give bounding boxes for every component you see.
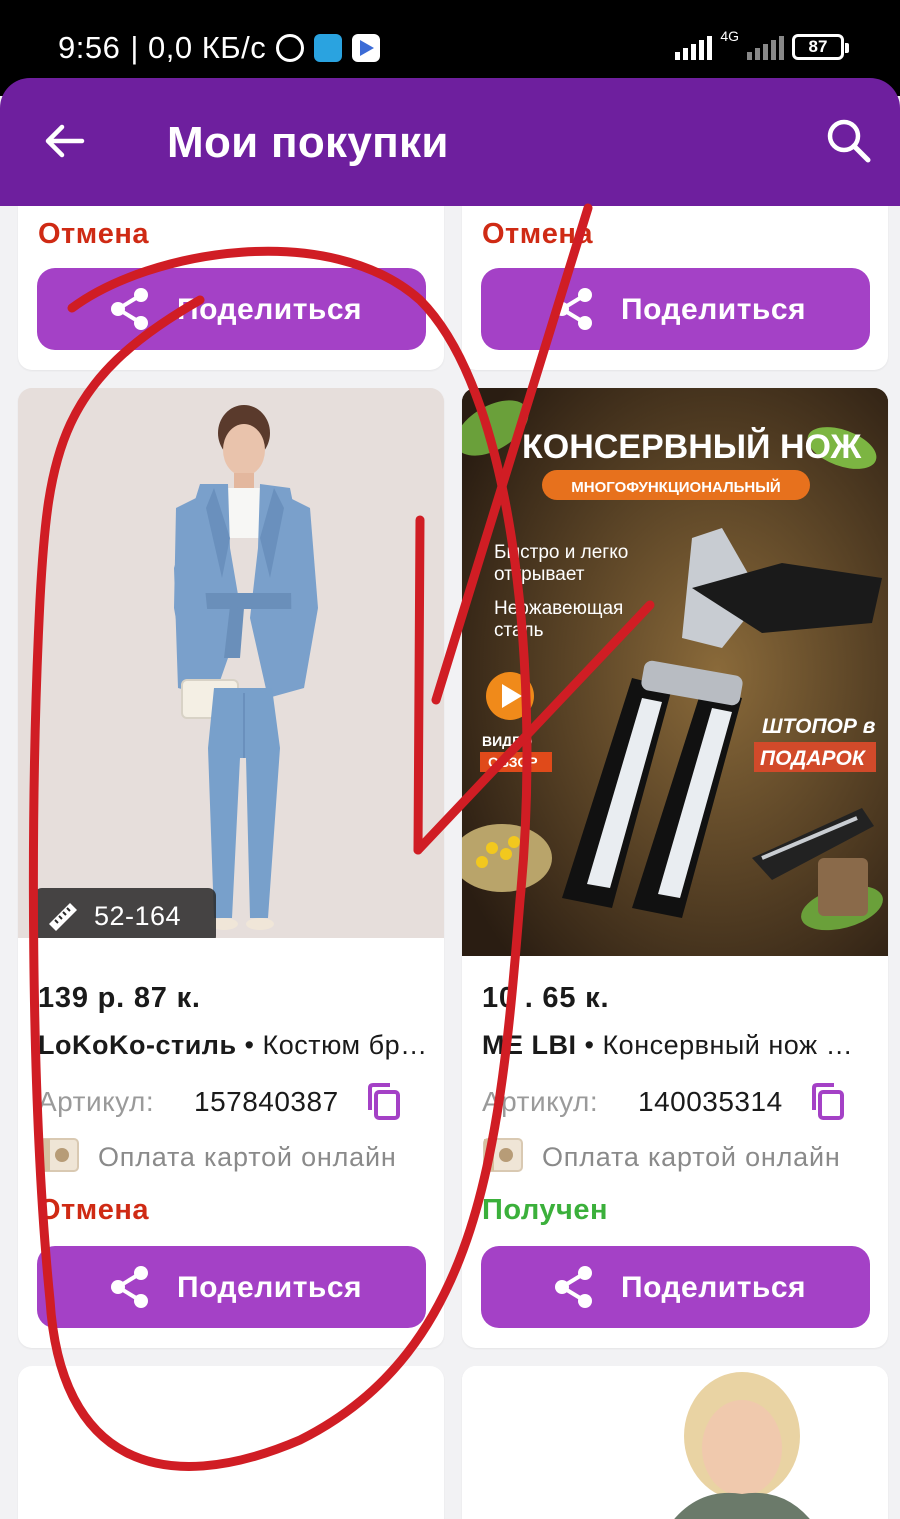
share-button[interactable]: Поделиться [481, 1246, 870, 1328]
arrow-left-icon [45, 124, 85, 158]
ad-feature-2b: сталь [494, 620, 544, 641]
card-payment-icon [483, 1138, 523, 1172]
ad-feature-2a: Нержавеющая [494, 598, 623, 619]
order-status: Отмена [482, 218, 593, 250]
article-number: 140035314 [638, 1086, 783, 1117]
article-label: Артикул: [38, 1086, 155, 1117]
ad-subheadline: МНОГОФУНКЦИОНАЛЬНЫЙ [571, 478, 780, 496]
product-price: 10 . 65 к. [482, 982, 610, 1014]
status-right: 4G 87 [675, 28, 849, 60]
telegram-icon [314, 34, 343, 62]
share-icon [555, 1266, 592, 1308]
search-button[interactable] [824, 116, 874, 166]
order-card-can-opener[interactable]: КОНСЕРВНЫЙ НОЖ МНОГОФУНКЦИОНАЛЬНЫЙ Быстр… [462, 388, 888, 1348]
signal-2-icon [747, 34, 784, 60]
order-status: Отмена [38, 1194, 149, 1226]
ad-gift-1: ШТОПОР в [762, 715, 876, 738]
order-card-next-left[interactable] [18, 1366, 444, 1519]
share-icon [111, 288, 148, 330]
alarm-icon [276, 34, 305, 62]
copy-icon[interactable] [366, 1082, 402, 1122]
product-image[interactable]: КОНСЕРВНЫЙ НОЖ МНОГОФУНКЦИОНАЛЬНЫЙ Быстр… [462, 388, 888, 956]
ad-headline: КОНСЕРВНЫЙ НОЖ [522, 427, 861, 466]
card-payment-icon [39, 1138, 79, 1172]
ad-video-2: ОБЗОР [488, 754, 538, 770]
ruler-icon [49, 903, 77, 931]
share-button[interactable]: Поделиться [37, 268, 426, 350]
ad-video-1: ВИДЕО [482, 733, 532, 749]
article-number: 157840387 [194, 1086, 339, 1117]
order-card-next-right[interactable] [462, 1366, 888, 1519]
status-time: 9:56 [58, 30, 121, 65]
share-label: Поделиться [621, 1271, 807, 1304]
ad-gift-2: ПОДАРОК [760, 747, 867, 770]
copy-icon[interactable] [810, 1082, 846, 1122]
status-left: 9:56 | 0,0 КБ/с [58, 30, 381, 66]
app-bar: Мои покупки [0, 78, 900, 206]
share-label: Поделиться [177, 293, 363, 326]
status-speed: | 0,0 КБ/с [130, 30, 267, 65]
page-title: Мои покупки [167, 118, 449, 167]
article-label: Артикул: [482, 1086, 599, 1117]
product-price: 139 р. 87 к. [38, 982, 201, 1014]
order-status: Отмена [38, 218, 149, 250]
size-badge: 52-164 [34, 888, 216, 938]
share-label: Поделиться [177, 1271, 363, 1304]
ad-feature-1a: Быстро и легко [494, 542, 628, 563]
product-name: • Консервный нож … [576, 1030, 854, 1060]
play-store-icon [352, 34, 381, 62]
order-card-suit[interactable]: 52-164 139 р. 87 к. LoKoKo-стиль • Костю… [18, 388, 444, 1348]
size-label: 52-164 [94, 901, 182, 931]
order-card-top-left: Отмена Поделиться [18, 206, 444, 370]
brand-name: ME LBI [482, 1030, 577, 1060]
brand-name: LoKoKo-стиль [38, 1030, 237, 1060]
woman-portrait-photo [462, 1366, 888, 1519]
search-icon [827, 119, 871, 163]
product-title: LoKoKo-стиль • Костюм бр… [38, 1030, 430, 1061]
can-opener-ad-image: КОНСЕРВНЫЙ НОЖ МНОГОФУНКЦИОНАЛЬНЫЙ Быстр… [462, 388, 888, 956]
share-label: Поделиться [621, 293, 807, 326]
woman-suit-photo [18, 388, 444, 938]
network-type: 4G [720, 28, 739, 44]
battery-level: 87 [808, 37, 828, 56]
payment-label: Оплата картой онлайн [542, 1142, 841, 1172]
order-status: Получен [482, 1194, 608, 1226]
product-title: ME LBI • Консервный нож … [482, 1030, 874, 1061]
product-image[interactable]: 52-164 [18, 388, 444, 938]
back-button[interactable] [42, 118, 88, 164]
share-button[interactable]: Поделиться [481, 268, 870, 350]
share-button[interactable]: Поделиться [37, 1246, 426, 1328]
payment-label: Оплата картой онлайн [98, 1142, 397, 1172]
article-row: Артикул: 140035314 [482, 1083, 872, 1120]
product-name: • Костюм бр… [236, 1030, 428, 1060]
order-card-top-right: Отмена Поделиться [462, 206, 888, 370]
ad-feature-1b: открывает [494, 564, 585, 585]
share-icon [555, 288, 592, 330]
signal-icon [675, 34, 713, 60]
article-row: Артикул: 157840387 [38, 1083, 428, 1120]
battery-icon: 87 [792, 34, 849, 60]
share-icon [111, 1266, 148, 1308]
